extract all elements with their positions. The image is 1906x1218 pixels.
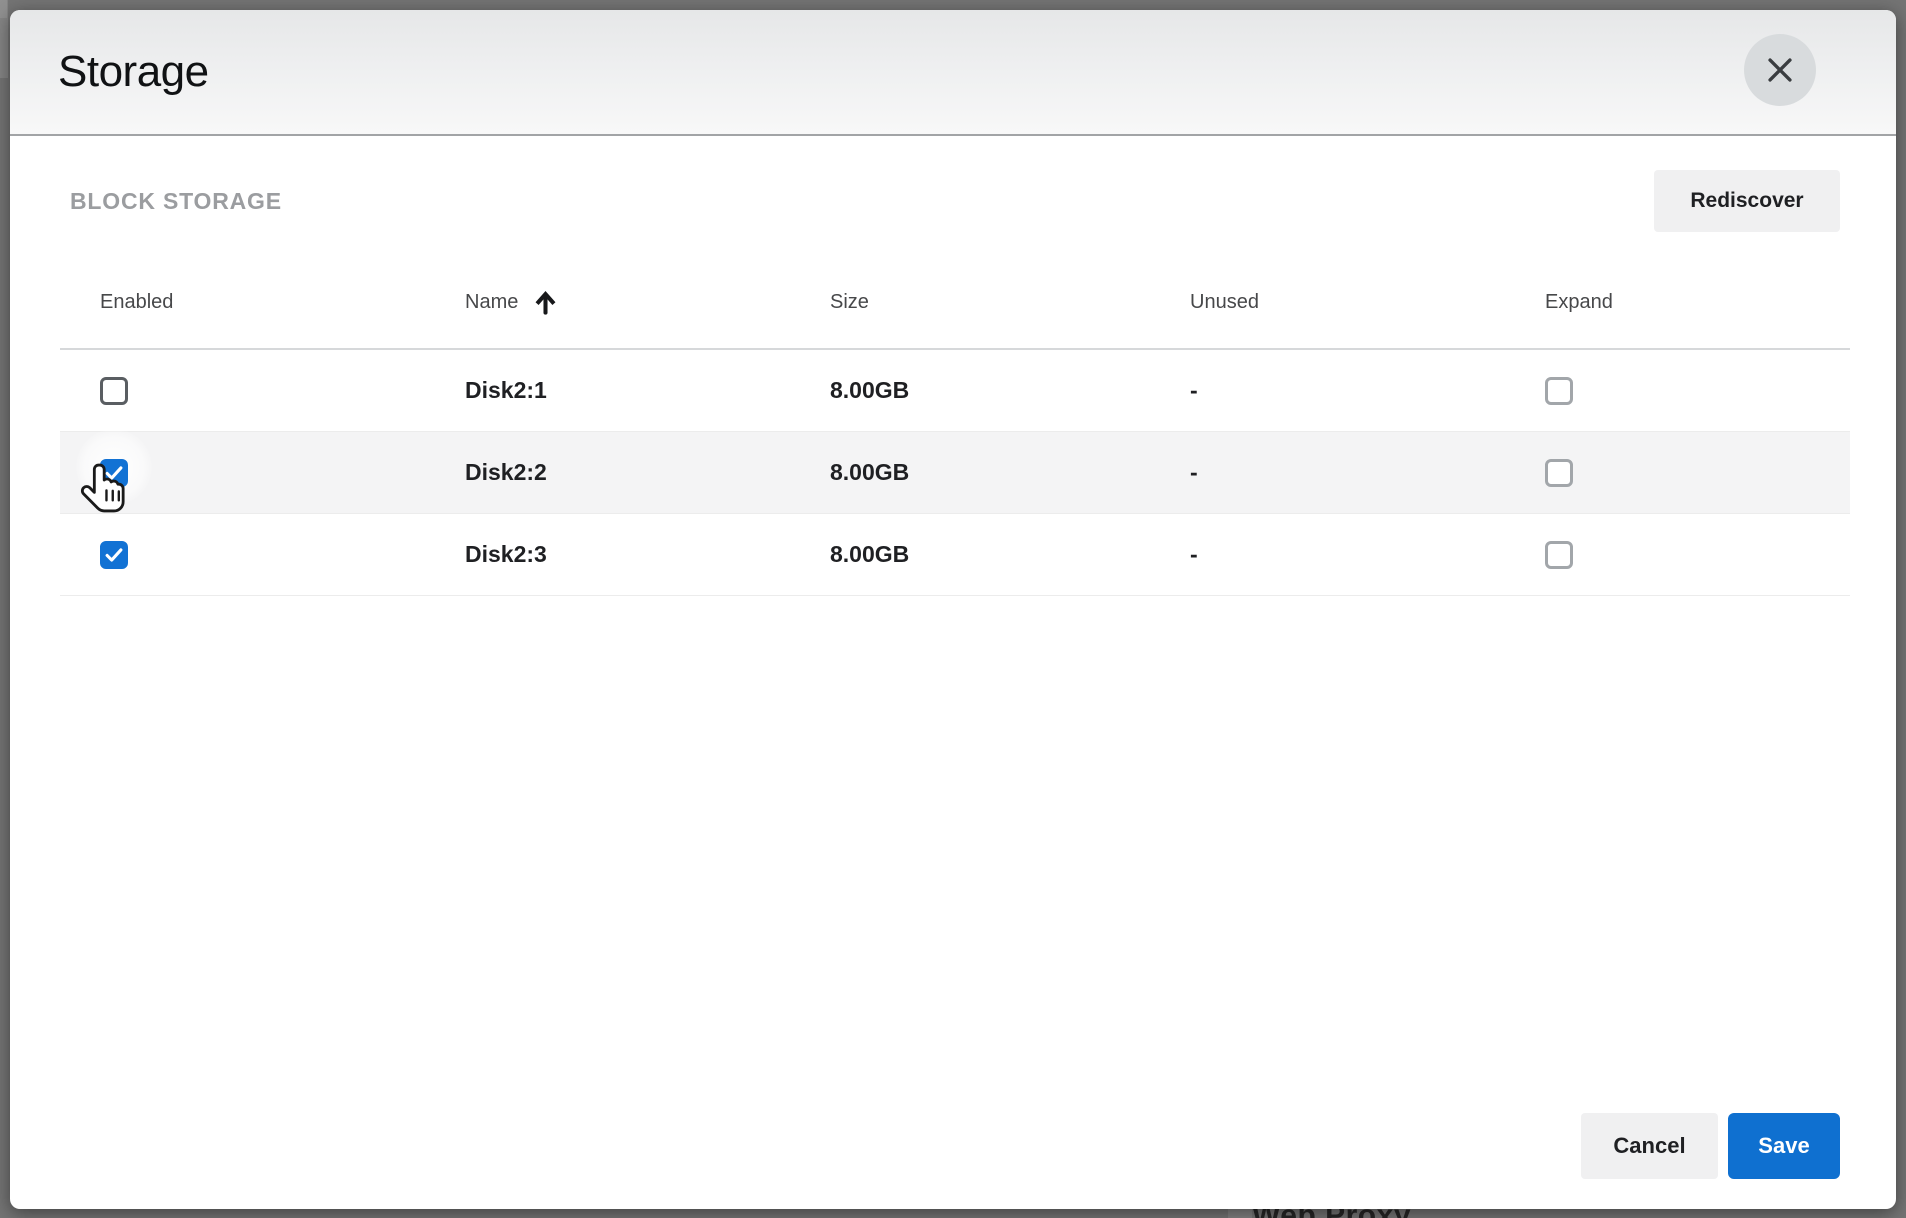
expand-cell — [1545, 540, 1850, 569]
dialog-body: BLOCK STORAGE Rediscover Enabled Name Si… — [10, 136, 1896, 1209]
column-header-size: Size — [830, 290, 869, 313]
enabled-cell — [60, 540, 465, 569]
save-button[interactable]: Save — [1728, 1113, 1840, 1179]
expand-cell — [1545, 458, 1850, 487]
enabled-checkbox[interactable] — [100, 540, 128, 569]
column-header-unused: Unused — [1190, 290, 1259, 313]
sort-ascending-icon — [532, 289, 559, 316]
table-row: Disk2:1 8.00GB - — [60, 350, 1850, 432]
disk-unused: - — [1190, 377, 1198, 403]
backdrop-fragment — [0, 0, 8, 78]
enabled-cell — [60, 376, 465, 405]
expand-cell — [1545, 376, 1850, 405]
dialog-footer: Cancel Save — [1581, 1113, 1840, 1179]
disk-size: 8.00GB — [830, 377, 910, 403]
disk-size: 8.00GB — [830, 541, 910, 567]
page-title: Storage — [58, 47, 209, 96]
backdrop-fragment — [1228, 1209, 1252, 1218]
enabled-cell — [60, 458, 465, 487]
disk-unused: - — [1190, 541, 1198, 567]
table-row: Disk2:2 8.00GB - — [60, 432, 1850, 514]
disk-unused: - — [1190, 459, 1198, 485]
disk-name: Disk2:1 — [465, 377, 547, 403]
section-header-row: BLOCK STORAGE Rediscover — [60, 136, 1840, 234]
close-icon — [1763, 53, 1797, 87]
rediscover-button[interactable]: Rediscover — [1654, 170, 1840, 232]
disk-name: Disk2:3 — [465, 541, 547, 567]
cancel-button[interactable]: Cancel — [1581, 1113, 1718, 1179]
disk-size: 8.00GB — [830, 459, 910, 485]
column-header-enabled: Enabled — [100, 290, 174, 313]
table-row: Disk2:3 8.00GB - — [60, 514, 1850, 596]
expand-checkbox[interactable] — [1545, 458, 1573, 487]
table-header-row: Enabled Name Size Unused Expand — [60, 256, 1850, 350]
expand-checkbox[interactable] — [1545, 540, 1573, 569]
block-storage-heading: BLOCK STORAGE — [70, 187, 282, 214]
enabled-checkbox[interactable] — [100, 376, 128, 405]
dialog-header: Storage — [10, 10, 1896, 136]
storage-dialog: Storage BLOCK STORAGE Rediscover Enabled… — [10, 10, 1896, 1209]
column-header-expand: Expand — [1545, 290, 1613, 313]
enabled-checkbox[interactable] — [100, 458, 128, 487]
disk-name: Disk2:2 — [465, 459, 547, 485]
close-button[interactable] — [1744, 34, 1816, 106]
column-header-name[interactable]: Name — [465, 289, 830, 316]
block-storage-table: Enabled Name Size Unused Expand Disk2:1 … — [60, 256, 1850, 596]
expand-checkbox[interactable] — [1545, 376, 1573, 405]
